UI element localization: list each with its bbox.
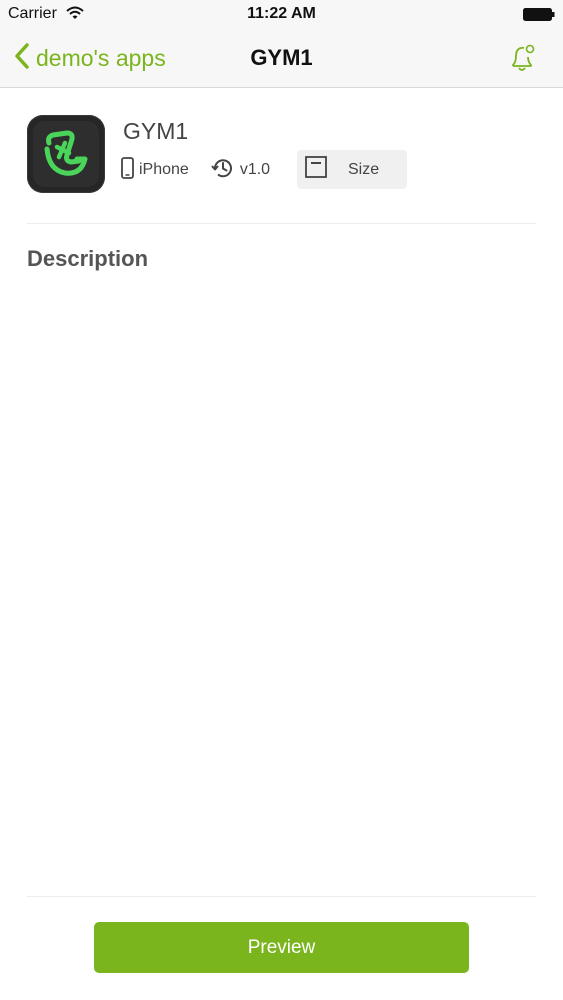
description-heading: Description: [27, 246, 149, 271]
battery-icon: [523, 8, 555, 21]
app-name: GYM1: [123, 118, 189, 144]
version-label: v1.0: [239, 161, 271, 178]
back-label: demo's apps: [36, 44, 166, 71]
preview-button[interactable]: Preview: [94, 922, 469, 973]
app-meta: iPhone v1.0: [121, 152, 292, 188]
window-icon: [297, 156, 327, 183]
back-button[interactable]: demo's apps: [14, 42, 166, 74]
app-icon: [27, 115, 105, 193]
device-label: iPhone: [139, 161, 189, 178]
history-icon: [211, 156, 240, 185]
status-time: 11:22 AM: [247, 5, 316, 22]
nav-bar: demo's apps GYM1: [0, 30, 563, 88]
phone-icon: [121, 156, 139, 184]
size-label: Size: [348, 160, 380, 178]
version-info: v1.0: [211, 156, 270, 185]
divider: [27, 223, 536, 224]
device-info: iPhone: [121, 156, 189, 184]
divider: [27, 896, 536, 897]
size-button[interactable]: Size: [297, 150, 407, 189]
bell-icon[interactable]: [507, 42, 537, 74]
status-bar: Carrier 11:22 AM: [0, 0, 563, 30]
chevron-left-icon: [14, 42, 30, 75]
